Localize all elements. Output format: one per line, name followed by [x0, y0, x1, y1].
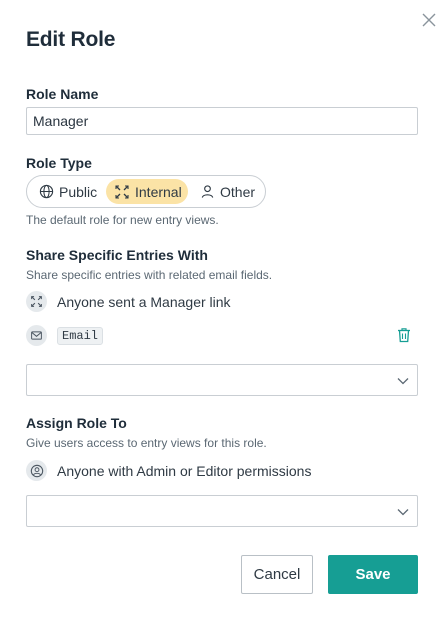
assign-role-select[interactable]: [26, 495, 418, 527]
share-label: Share Specific Entries With: [26, 247, 208, 263]
role-type-selector: Public Internal Other: [26, 175, 266, 208]
role-type-label: Role Type: [26, 155, 92, 171]
trash-icon: [398, 328, 410, 343]
internal-link-icon: [31, 296, 42, 307]
role-name-input[interactable]: [26, 107, 418, 135]
role-type-help: The default role for new entry views.: [26, 213, 219, 227]
user-circle-icon: [30, 464, 43, 477]
internal-link-icon: [115, 184, 129, 199]
delete-email-button[interactable]: [395, 326, 413, 344]
role-name-label: Role Name: [26, 86, 99, 102]
role-type-other-label: Other: [220, 183, 256, 200]
role-type-internal-label: Internal: [135, 183, 182, 200]
person-icon: [201, 185, 214, 198]
share-email-row: Email: [26, 325, 104, 346]
chevron-down-icon: [396, 374, 410, 388]
share-link-icon-badge: [26, 291, 47, 312]
user-icon-badge: [26, 460, 47, 481]
share-help: Share specific entries with related emai…: [26, 268, 273, 282]
globe-icon: [39, 184, 54, 199]
email-icon-badge: [26, 325, 47, 346]
email-field-tag: Email: [57, 326, 104, 345]
role-type-other-option[interactable]: Other: [196, 179, 262, 204]
role-type-public-option[interactable]: Public: [35, 179, 113, 204]
assign-help: Give users access to entry views for thi…: [26, 436, 267, 450]
close-icon: [422, 13, 436, 27]
role-type-public-label: Public: [59, 183, 98, 200]
close-button[interactable]: [419, 10, 439, 30]
envelope-icon: [31, 331, 42, 340]
save-button[interactable]: Save: [328, 555, 418, 594]
share-link-row: Anyone sent a Manager link: [26, 291, 231, 312]
cancel-button[interactable]: Cancel: [241, 555, 313, 594]
share-link-text: Anyone sent a Manager link: [57, 293, 231, 310]
dialog-title: Edit Role: [26, 28, 116, 51]
share-email-select[interactable]: [26, 364, 418, 396]
assign-label: Assign Role To: [26, 415, 127, 431]
role-type-internal-option[interactable]: Internal: [106, 179, 188, 204]
assign-permission-row: Anyone with Admin or Editor permissions: [26, 460, 311, 481]
chevron-down-icon: [396, 505, 410, 519]
assign-permission-text: Anyone with Admin or Editor permissions: [57, 462, 312, 479]
